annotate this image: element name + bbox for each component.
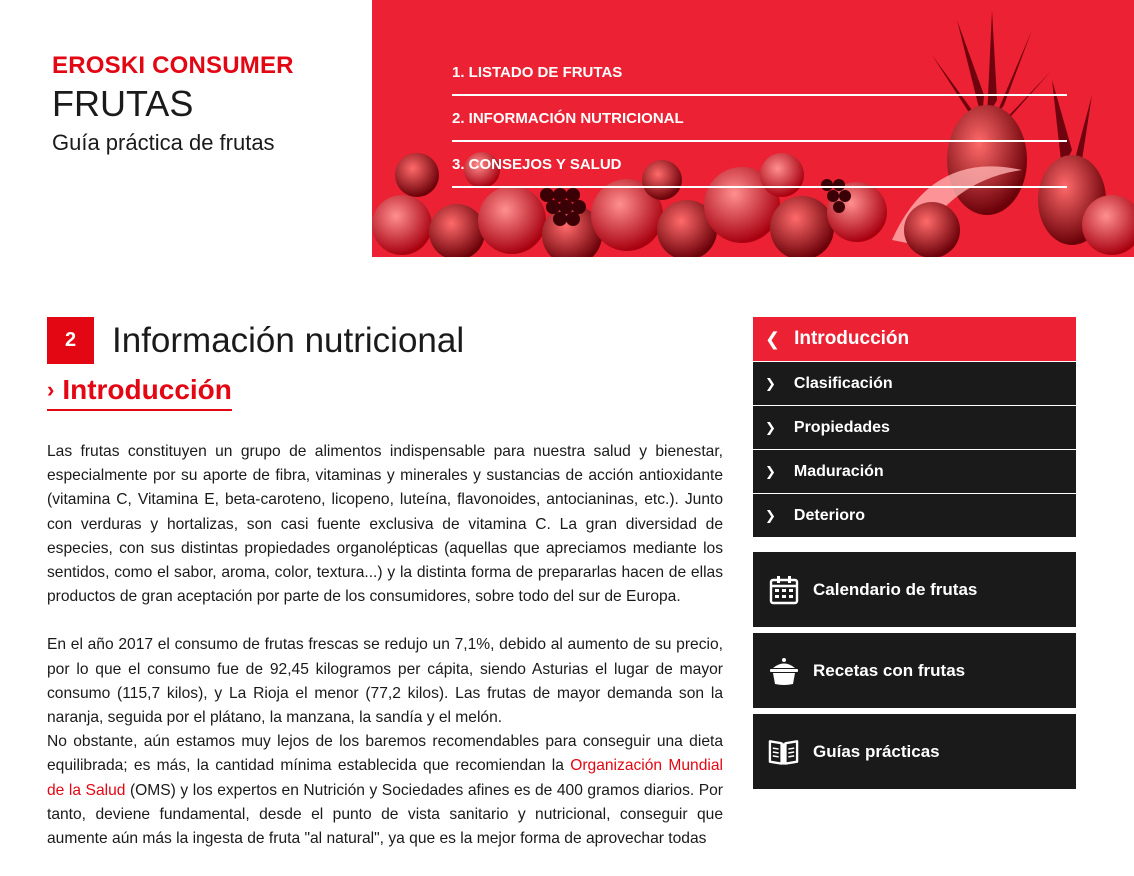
sidebar-item-label: Maduración (793, 462, 884, 480)
tool-label: Calendario de frutas (813, 579, 978, 599)
tool-label: Guías prácticas (813, 741, 940, 761)
chevron-right-icon: ❯ (765, 419, 776, 435)
section-header: 2 Información nutricional (47, 317, 464, 364)
article-paragraph: No obstante, aún estamos muy lejos de lo… (47, 730, 723, 851)
subsection-header: › Introducción (47, 374, 232, 411)
article-body: Las frutas constituyen un grupo de alime… (47, 440, 723, 851)
chevron-right-icon: › (47, 377, 55, 402)
sidebar-item-maduracion[interactable]: ❯ Maduración (753, 449, 1076, 493)
nav-informacion-nutricional[interactable]: 2. INFORMACIÓN NUTRICIONAL (452, 96, 1067, 142)
section-number-badge: 2 (47, 317, 94, 364)
nav-consejos-y-salud[interactable]: 3. CONSEJOS Y SALUD (452, 142, 1067, 188)
chevron-left-icon: ❮ (765, 328, 781, 349)
cooking-pot-icon (767, 654, 800, 687)
article-text: (OMS) y los expertos en Nutrición y Soci… (47, 781, 724, 848)
sidebar-item-propiedades[interactable]: ❯ Propiedades (753, 405, 1076, 449)
chevron-right-icon: ❯ (765, 463, 776, 479)
sidebar: ❮ Introducción ❯ Clasificación ❯ Propied… (753, 317, 1076, 789)
sidebar-item-label: Clasificación (793, 374, 893, 392)
tool-label: Recetas con frutas (813, 660, 966, 680)
sidebar-item-deterioro[interactable]: ❯ Deterioro (753, 493, 1076, 537)
site-title: FRUTAS (52, 83, 194, 124)
sidebar-item-clasificacion[interactable]: ❯ Clasificación (753, 361, 1076, 405)
subsection-title: Introducción (62, 374, 232, 405)
recetas-button[interactable]: Recetas con frutas (753, 633, 1076, 708)
sidebar-item-label: Deterioro (793, 506, 866, 524)
calendar-icon (767, 573, 800, 606)
sidebar-item-label: Introducción (794, 328, 910, 349)
calendario-button[interactable]: Calendario de frutas (753, 552, 1076, 627)
sidebar-item-label: Propiedades (793, 418, 890, 436)
sidebar-item-introduccion[interactable]: ❮ Introducción (753, 317, 1076, 361)
brand-block: EROSKI CONSUMER FRUTAS Guía práctica de … (52, 52, 294, 156)
site-subtitle: Guía práctica de frutas (52, 130, 275, 155)
main-nav: 1. LISTADO DE FRUTAS 2. INFORMACIÓN NUTR… (452, 50, 1067, 188)
open-book-icon (767, 735, 800, 768)
guias-button[interactable]: Guías prácticas (753, 714, 1076, 789)
header-banner: 1. LISTADO DE FRUTAS 2. INFORMACIÓN NUTR… (372, 0, 1134, 257)
section-title: Información nutricional (112, 320, 465, 360)
chevron-right-icon: ❯ (765, 507, 776, 523)
chevron-right-icon: ❯ (765, 375, 776, 391)
nav-listado-de-frutas[interactable]: 1. LISTADO DE FRUTAS (452, 50, 1067, 96)
article-paragraph: En el año 2017 el consumo de frutas fres… (47, 636, 723, 727)
brand-logo[interactable]: EROSKI CONSUMER (52, 52, 294, 80)
article-paragraph: Las frutas constituyen un grupo de alime… (47, 443, 723, 606)
